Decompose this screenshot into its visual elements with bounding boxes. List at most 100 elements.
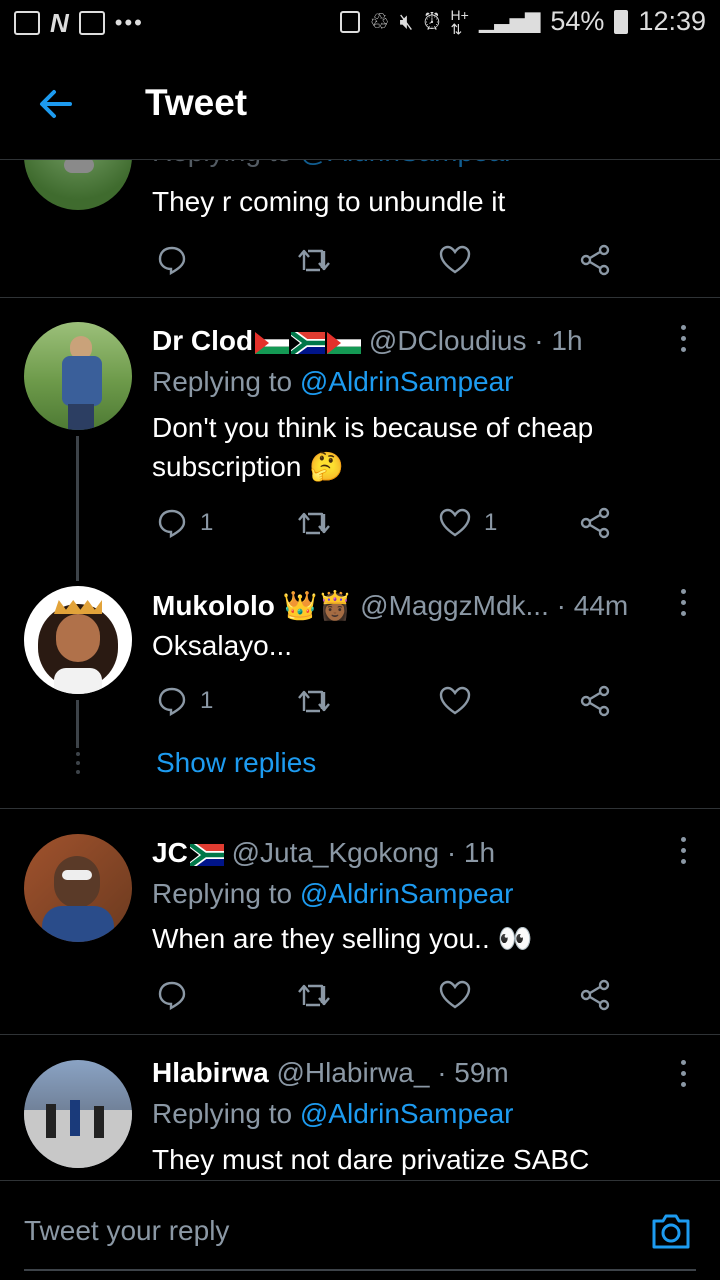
like-count: 1 (484, 509, 498, 536)
retweet-icon (298, 690, 330, 713)
more-options-icon[interactable] (678, 837, 688, 867)
avatar[interactable] (24, 1060, 132, 1168)
tweet-actions: 1 1 (152, 503, 632, 543)
thread-line (76, 700, 79, 748)
mention-link[interactable]: @AldrinSampear (300, 878, 514, 909)
author-handle: @Hlabirwa_ (276, 1057, 430, 1088)
page-title: Tweet (145, 82, 248, 123)
status-bar: N ••• ♲ 🔇︎ ⏰︎ H+ ⇅ ▁▃▅▇ 54% 12:39 (0, 0, 720, 50)
author-handle: @DCloudius (368, 325, 527, 356)
divider (0, 808, 720, 809)
author-name[interactable]: Hlabirwa (152, 1057, 269, 1088)
share-button[interactable] (578, 503, 612, 543)
author-name[interactable]: Dr Clod (152, 325, 253, 356)
reply-count: 1 (200, 687, 214, 714)
back-arrow-icon[interactable] (36, 84, 76, 124)
news-notification-icon (78, 11, 105, 35)
thread-line (76, 436, 79, 581)
reply-button[interactable] (156, 975, 188, 1015)
palestine-flag-icon (255, 331, 290, 354)
more-options-icon[interactable] (678, 589, 688, 619)
reply-input[interactable]: Tweet your reply (24, 1215, 229, 1247)
tweet-actions (152, 975, 632, 1015)
n-notification-icon: N (50, 8, 69, 38)
retweet-button[interactable] (296, 975, 332, 1015)
author-handle: @Juta_Kgokong (231, 837, 440, 868)
tweet-header: Mukololo 👑👸🏾 @MaggzMdk... · 44m (152, 589, 628, 622)
tweet-text: They must not dare privatize SABC (152, 1144, 590, 1175)
battery-percent: 54% (550, 6, 605, 36)
battery-saver-icon (339, 10, 360, 33)
heart-icon (439, 980, 471, 1009)
share-button[interactable] (578, 975, 612, 1015)
tweet-time: · 59m (437, 1057, 509, 1088)
tweet-header: Dr Clod @DCloudius · 1h (152, 325, 583, 357)
tweet-time: · 1h (534, 325, 583, 356)
tweet-actions: 1 (152, 681, 632, 721)
tweet-header: Hlabirwa @Hlabirwa_ · 59m (152, 1057, 509, 1089)
replying-to: Replying to @AldrinSampear (152, 878, 514, 909)
divider (0, 297, 720, 298)
retweet-button[interactable] (296, 240, 332, 280)
like-button[interactable] (438, 681, 472, 721)
avatar[interactable] (24, 586, 132, 694)
gallery-notification-icon (14, 11, 40, 35)
thread-dots (76, 752, 80, 779)
heart-icon (439, 686, 471, 715)
reply-icon (158, 246, 186, 276)
mention-link[interactable]: @AldrinSampear (300, 366, 514, 397)
reply-button[interactable]: 1 (156, 503, 213, 543)
retweet-icon (298, 984, 330, 1007)
reply-icon (158, 509, 186, 539)
battery-icon (614, 9, 629, 34)
tweet-text: They r coming to unbundle it (152, 186, 506, 217)
tweet-text: Oksalayo... (152, 630, 293, 661)
tweet-header: JC @Juta_Kgokong · 1h (152, 837, 495, 869)
share-button[interactable] (578, 681, 612, 721)
like-button[interactable] (438, 975, 472, 1015)
like-button[interactable]: 1 (438, 503, 497, 543)
mention-link[interactable]: @AldrinSampear (300, 1098, 514, 1129)
replying-to: Replying to @AldrinSampear (152, 366, 514, 397)
heart-icon (439, 508, 471, 537)
tweet-text: Don't you think is because of cheap subs… (152, 412, 594, 482)
author-name[interactable]: Mukololo 👑👸🏾 (152, 590, 352, 621)
more-options-icon[interactable] (678, 1060, 688, 1090)
avatar[interactable] (24, 834, 132, 942)
retweet-button[interactable] (296, 503, 332, 543)
reply-icon (158, 687, 186, 717)
share-icon (580, 507, 610, 539)
reply-button[interactable] (156, 240, 188, 280)
reply-button[interactable]: 1 (156, 681, 213, 721)
reply-compose-bar[interactable]: Tweet your reply (0, 1180, 720, 1280)
like-button[interactable] (438, 240, 472, 280)
share-icon (580, 685, 610, 717)
recycle-icon: ♲ (369, 8, 390, 34)
retweet-button[interactable] (296, 681, 332, 721)
heart-icon (439, 245, 471, 274)
palestine-flag-icon (327, 331, 362, 354)
share-icon (580, 979, 610, 1011)
compose-underline (24, 1269, 696, 1271)
tweet-time: · 1h (446, 837, 496, 868)
show-replies-link[interactable]: Show replies (156, 747, 316, 779)
alarm-icon: ⏰︎ (423, 8, 441, 34)
more-notifications-icon: ••• (114, 10, 144, 35)
tweet-time: · 44m (556, 590, 629, 621)
avatar[interactable] (24, 322, 132, 430)
south-africa-flag-icon (291, 331, 326, 354)
retweet-icon (298, 249, 330, 272)
tweet-text: When are they selling you.. 👀 (152, 923, 533, 954)
reply-count: 1 (200, 509, 214, 536)
share-icon (580, 244, 610, 276)
clock: 12:39 (638, 6, 706, 36)
tweet-actions (152, 240, 632, 280)
mute-icon: 🔇︎ (399, 8, 414, 34)
author-name[interactable]: JC (152, 837, 188, 868)
share-button[interactable] (578, 240, 612, 280)
retweet-icon (298, 512, 330, 535)
more-options-icon[interactable] (678, 325, 688, 355)
top-app-bar: Tweet (0, 50, 720, 160)
camera-icon[interactable] (650, 1211, 692, 1251)
author-handle: @MaggzMdk... (360, 590, 549, 621)
